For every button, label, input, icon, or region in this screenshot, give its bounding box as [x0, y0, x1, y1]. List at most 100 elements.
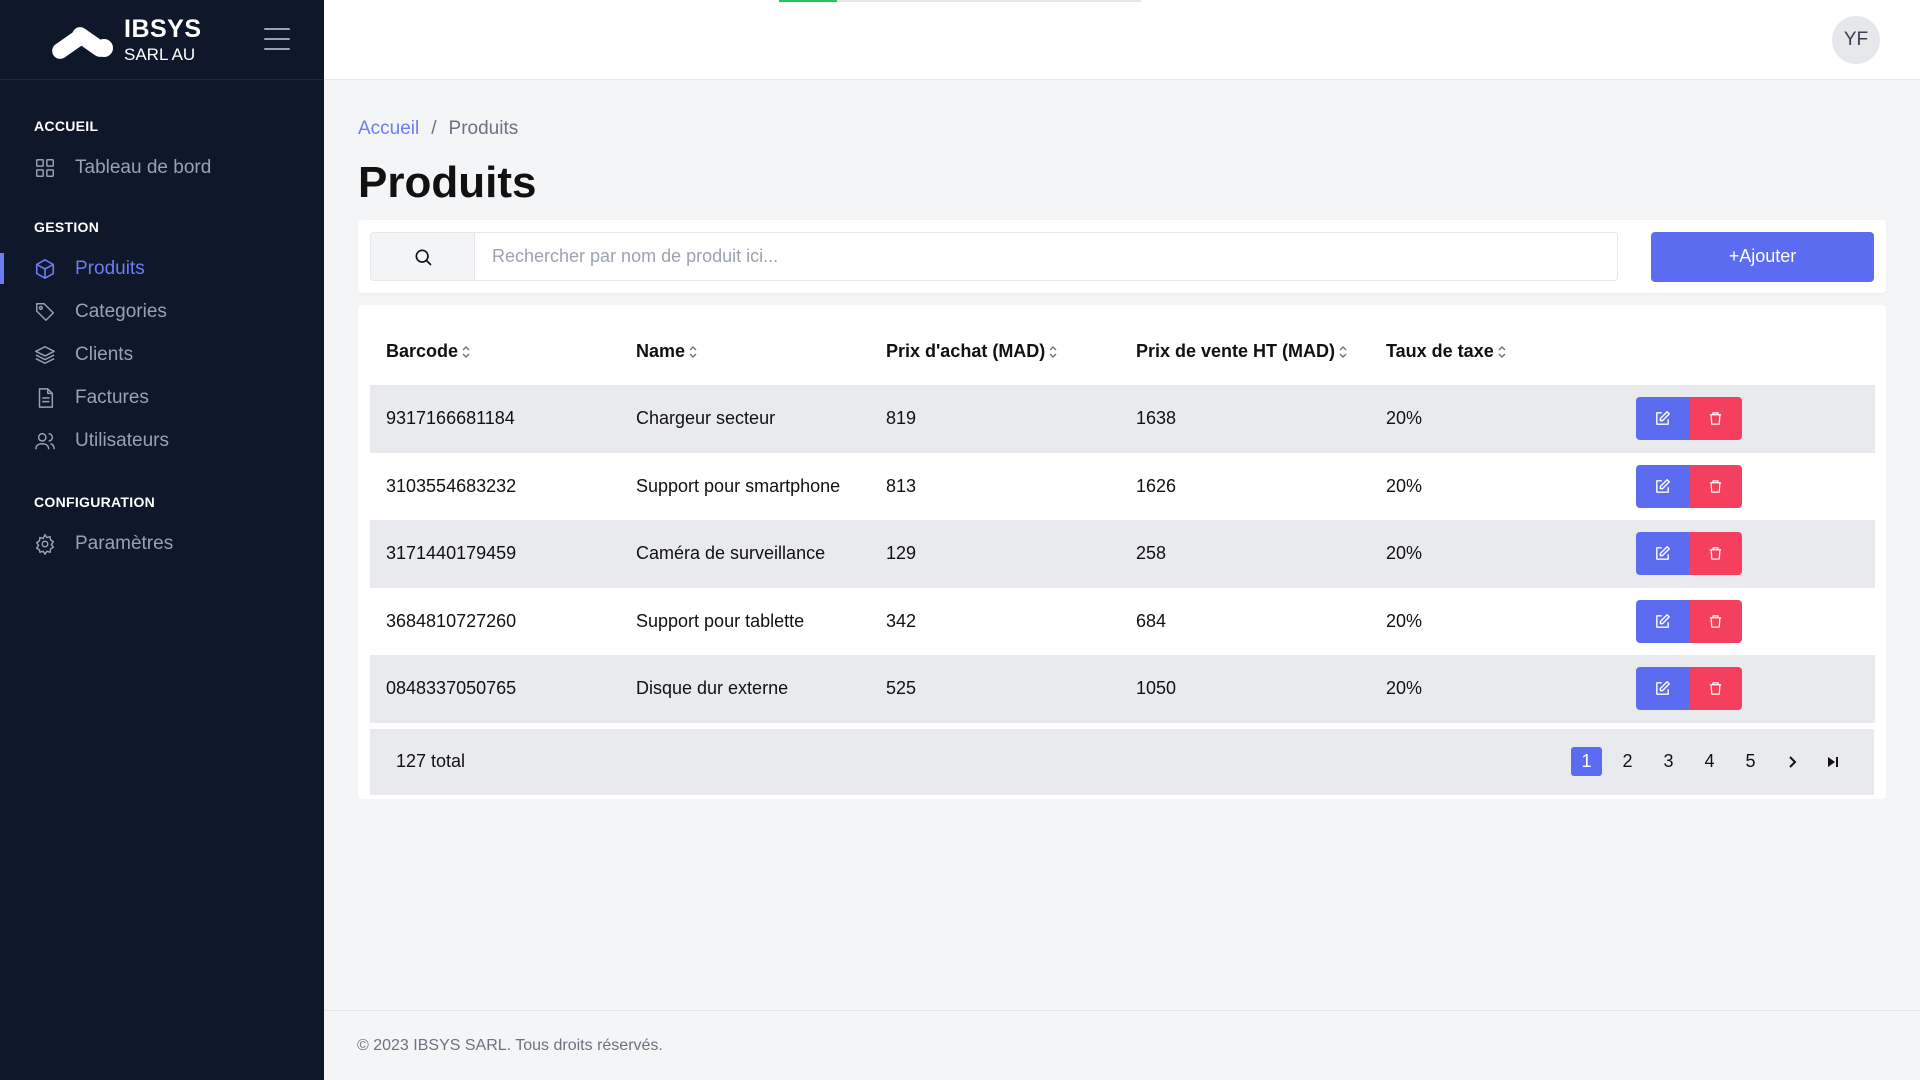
column-header-taux-taxe[interactable]: Taux de taxe	[1370, 317, 1620, 385]
table-row: 3103554683232 Support pour smartphone 813 1…	[370, 453, 1875, 521]
column-header-prix-achat[interactable]: Prix d'achat (MAD)	[870, 317, 1120, 385]
table-row: 3171440179459 Caméra de surveillance 129 25…	[370, 520, 1875, 588]
page-title: Produits	[358, 158, 537, 207]
products-table-card: Barcode Name Prix d'achat (MAD) Prix de …	[358, 305, 1886, 799]
nav-section-gestion: GESTION Produits Categories Clients Fact…	[0, 219, 324, 462]
sidebar-item-utilisateurs[interactable]: Utilisateurs	[34, 419, 324, 462]
sidebar-item-produits[interactable]: Produits	[0, 247, 324, 290]
main-content: Accueil / Produits Produits +Ajouter Bar…	[324, 80, 1920, 1010]
trash-icon	[1709, 412, 1722, 425]
sidebar-item-label: Factures	[75, 386, 149, 408]
edit-button[interactable]	[1636, 464, 1689, 508]
table-row: 9317166681184 Chargeur secteur 819 1638 20%	[370, 385, 1875, 453]
table-cell: 0848337050765	[386, 678, 517, 699]
delete-button[interactable]	[1689, 599, 1742, 643]
page-button-4[interactable]: 4	[1694, 747, 1725, 776]
skip-last-icon	[1827, 756, 1838, 767]
sort-icon	[1498, 345, 1506, 358]
breadcrumb-separator: /	[431, 118, 437, 139]
brand: IBSYS SARL AU	[0, 0, 324, 80]
trash-icon	[1709, 547, 1722, 560]
delete-button[interactable]	[1689, 397, 1742, 441]
hamburger-menu-icon[interactable]	[264, 28, 290, 50]
trash-icon	[1709, 480, 1722, 493]
search-icon	[415, 249, 431, 265]
delete-button[interactable]	[1689, 667, 1742, 711]
chevron-right-icon	[1788, 755, 1796, 768]
table-cell: 20%	[1386, 610, 1423, 631]
edit-icon	[1656, 546, 1670, 561]
users-icon	[35, 432, 55, 449]
search-button[interactable]	[370, 232, 474, 281]
page-button-2[interactable]: 2	[1612, 747, 1643, 776]
search-input[interactable]	[474, 232, 1618, 281]
delete-button[interactable]	[1689, 464, 1742, 508]
table-cell: 1626	[1136, 475, 1177, 496]
footer: © 2023 IBSYS SARL. Tous droits réservés.	[324, 1010, 1920, 1080]
next-page-button[interactable]	[1776, 747, 1807, 776]
edit-button[interactable]	[1636, 397, 1689, 441]
row-action-group	[1636, 532, 1875, 576]
breadcrumb-home-link[interactable]: Accueil	[358, 118, 419, 140]
table-cell: 1050	[1136, 678, 1177, 699]
sidebar-item-parametres[interactable]: Paramètres	[34, 522, 324, 565]
edit-icon	[1656, 411, 1670, 426]
table-cell: 20%	[1386, 543, 1423, 564]
brand-logo-icon	[48, 18, 120, 62]
table-cell: Caméra de surveillance	[636, 543, 826, 564]
delete-button[interactable]	[1689, 532, 1742, 576]
pagination-bar: 127 total 12345	[370, 728, 1874, 795]
page-button-1[interactable]: 1	[1571, 747, 1602, 776]
table-cell: 3103554683232	[386, 475, 517, 496]
add-product-button[interactable]: + Ajouter	[1651, 231, 1874, 282]
nav-section-accueil: ACCUEIL Tableau de bord	[0, 118, 324, 189]
copyright-text: © 2023 IBSYS SARL. Tous droits réservés.	[357, 1036, 663, 1054]
avatar[interactable]: YF	[1832, 16, 1880, 64]
row-actions	[1620, 385, 1875, 453]
last-page-button[interactable]	[1817, 747, 1848, 776]
table-cell: 813	[886, 475, 917, 496]
table-cell: 342	[886, 610, 917, 631]
pagination: 12345	[1561, 747, 1848, 776]
total-count: 127 total	[396, 751, 466, 771]
nav-heading: CONFIGURATION	[34, 494, 156, 510]
edit-button[interactable]	[1636, 599, 1689, 643]
layers-icon	[35, 345, 55, 364]
column-header-barcode[interactable]: Barcode	[370, 317, 620, 385]
table-cell: 684	[1136, 610, 1167, 631]
nav-heading: GESTION	[34, 219, 100, 235]
sidebar-item-categories[interactable]: Categories	[34, 290, 324, 333]
table-cell: 20%	[1386, 408, 1423, 429]
row-actions	[1620, 520, 1875, 588]
search-card: +Ajouter	[358, 220, 1886, 293]
edit-button[interactable]	[1636, 532, 1689, 576]
row-actions	[1620, 588, 1875, 656]
row-actions	[1620, 453, 1875, 521]
sort-icon	[1339, 345, 1347, 358]
column-header-name[interactable]: Name	[620, 317, 870, 385]
sort-icon	[1049, 345, 1057, 358]
edit-button[interactable]	[1636, 667, 1689, 711]
edit-icon	[1656, 613, 1670, 628]
sidebar-item-tableau-de-bord[interactable]: Tableau de bord	[34, 146, 324, 189]
table-cell: 9317166681184	[386, 408, 515, 429]
column-header-prix-vente[interactable]: Prix de vente HT (MAD)	[1120, 317, 1370, 385]
cube-icon	[35, 258, 55, 279]
sidebar-item-label: Categories	[75, 300, 167, 322]
loading-progress-fill	[779, 0, 837, 2]
page-button-3[interactable]: 3	[1653, 747, 1684, 776]
tag-icon	[36, 302, 54, 321]
table-cell: 819	[886, 408, 917, 429]
trash-icon	[1709, 682, 1722, 695]
table-header-row: Barcode Name Prix d'achat (MAD) Prix de …	[370, 317, 1875, 385]
table-cell: 1638	[1136, 408, 1177, 429]
column-header-actions	[1620, 317, 1875, 385]
table-row: 0848337050765 Disque dur externe 525 1050 20…	[370, 655, 1875, 723]
table-cell: Support pour tablette	[636, 610, 805, 631]
table-cell: Support pour smartphone	[636, 475, 841, 496]
sidebar-item-label: Tableau de bord	[75, 156, 212, 178]
page-button-5[interactable]: 5	[1735, 747, 1766, 776]
edit-icon	[1656, 478, 1670, 493]
sidebar-item-factures[interactable]: Factures	[34, 376, 324, 419]
sidebar-item-clients[interactable]: Clients	[34, 333, 324, 376]
